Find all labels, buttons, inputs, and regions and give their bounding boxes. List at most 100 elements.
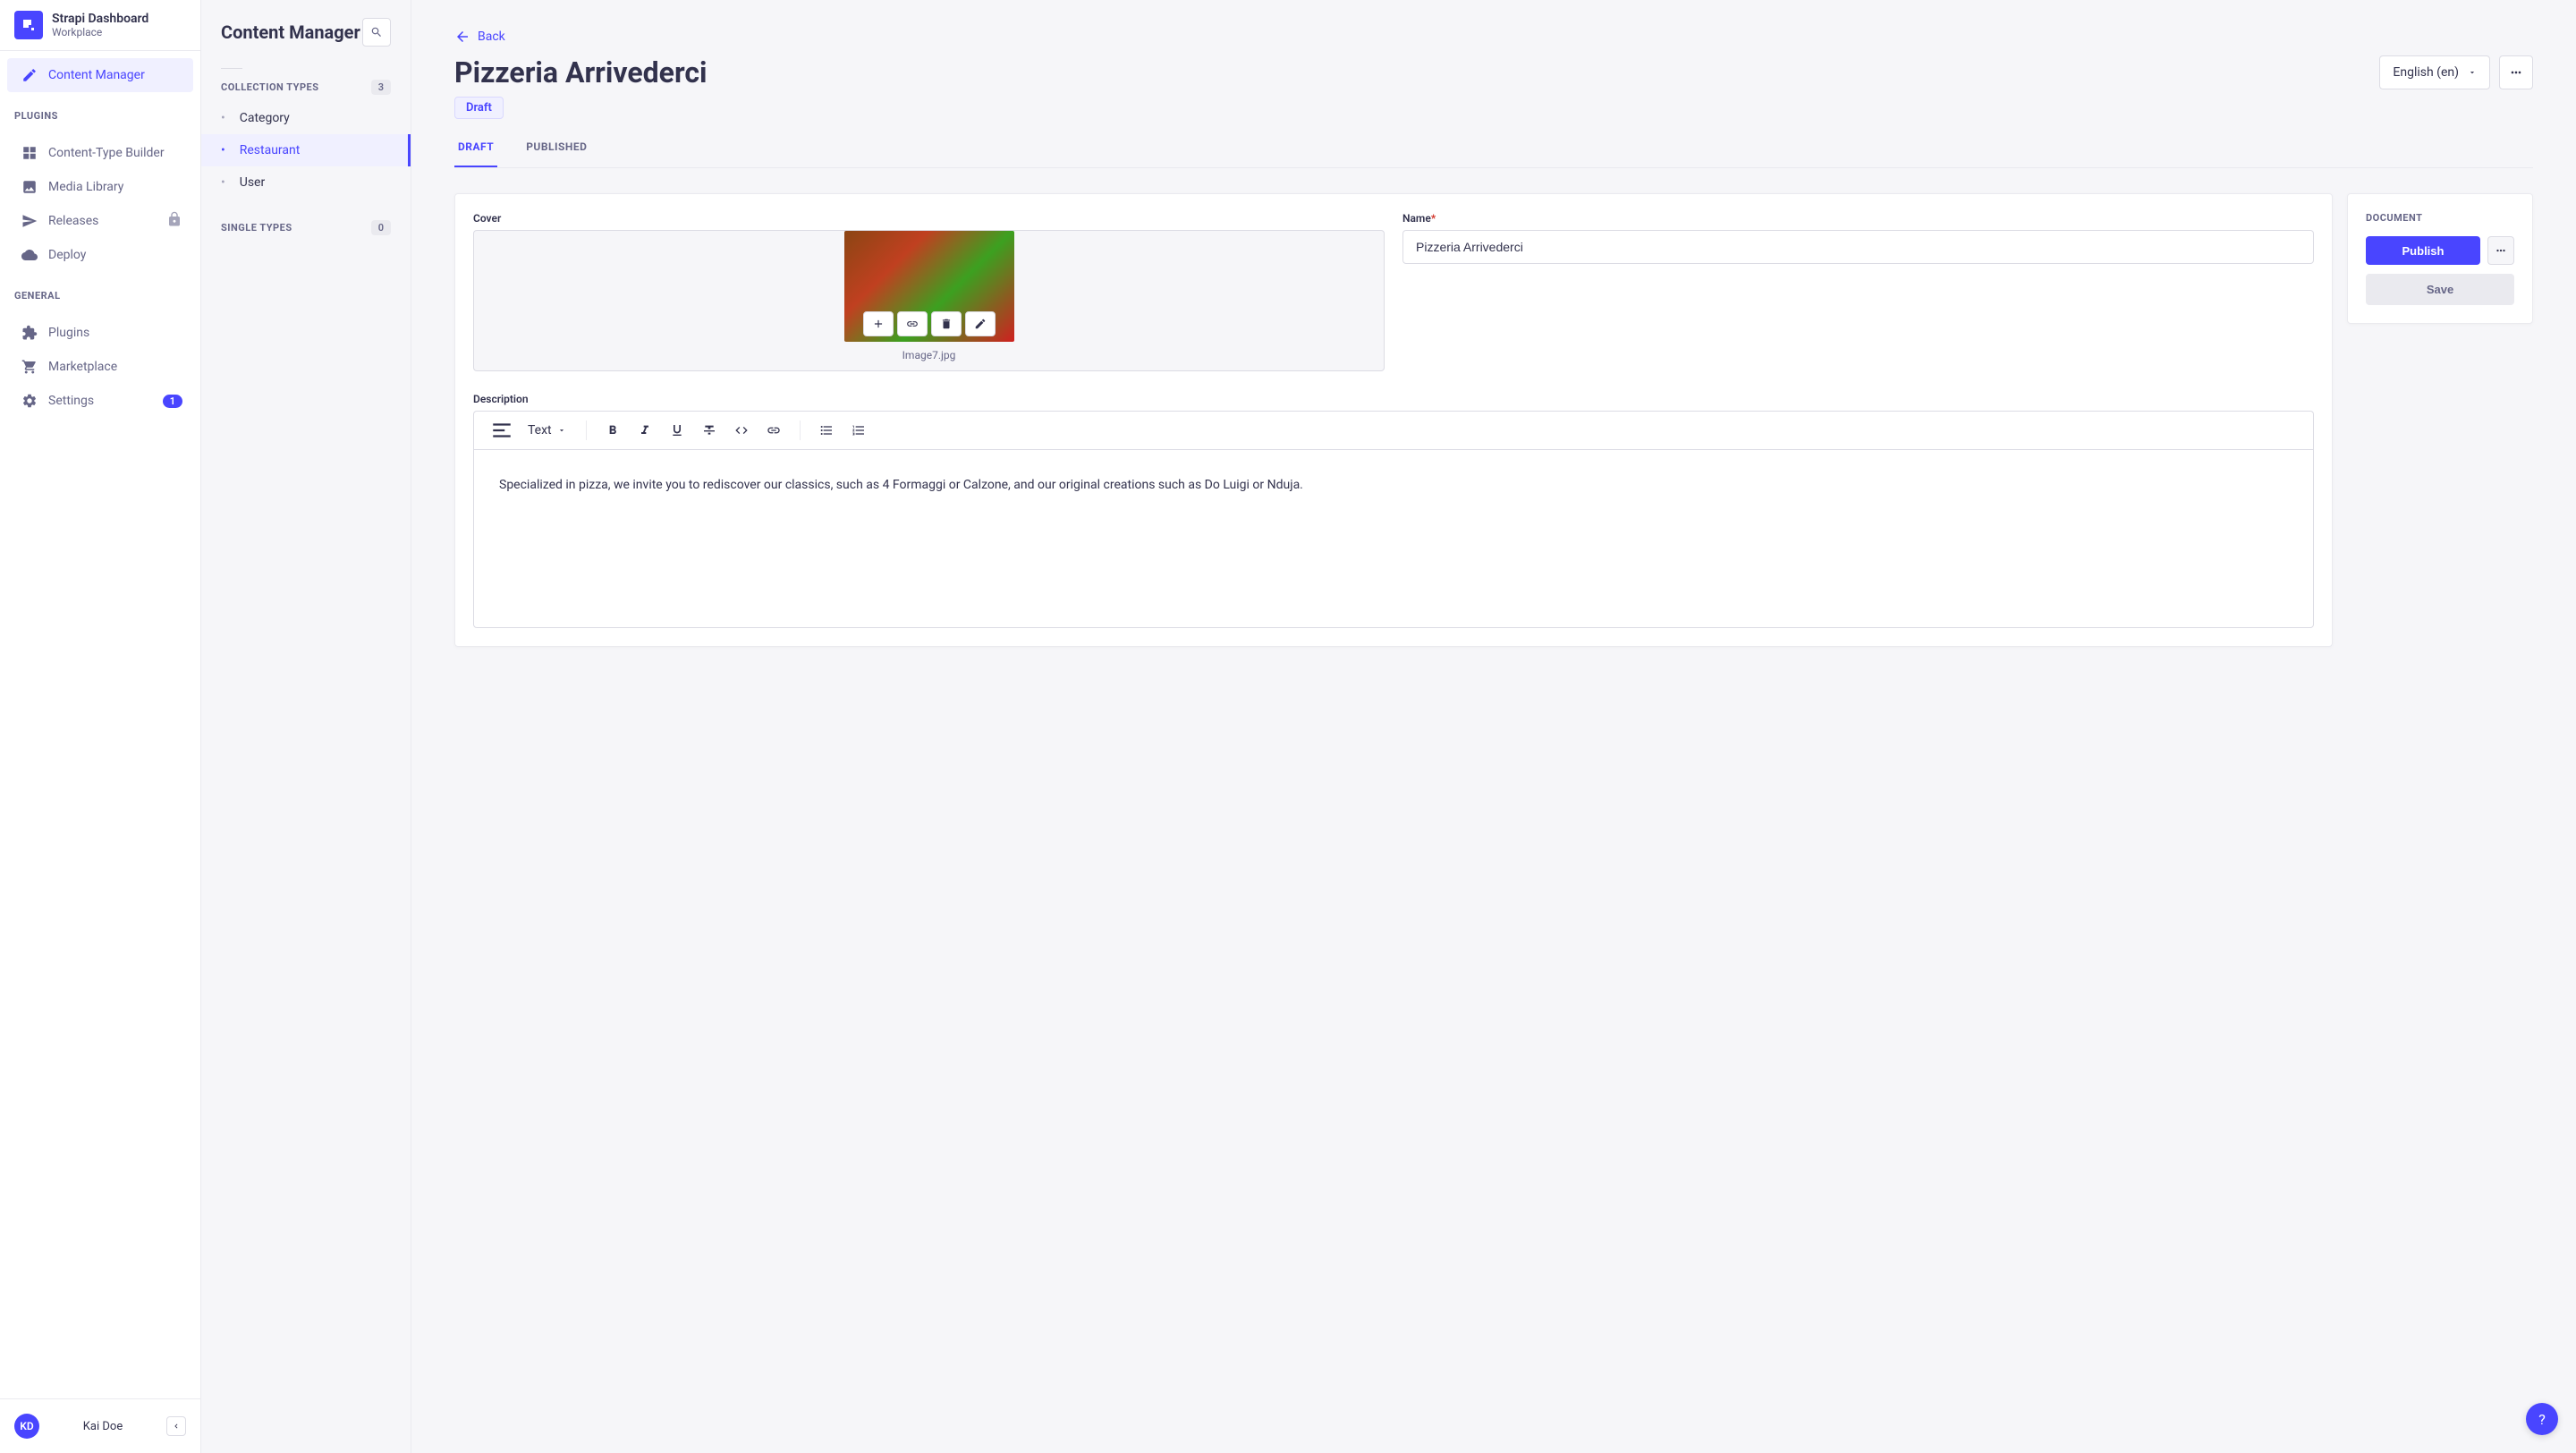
bold-icon xyxy=(606,423,620,438)
search-button[interactable] xyxy=(362,18,391,47)
back-link[interactable]: Back xyxy=(454,29,2533,45)
image-icon xyxy=(21,179,38,195)
gear-icon xyxy=(21,393,38,409)
single-types-label: SINGLE TYPES xyxy=(221,222,292,234)
cart-icon xyxy=(21,359,38,375)
cover-add-button[interactable] xyxy=(863,311,894,336)
user-footer: KD Kai Doe xyxy=(0,1398,200,1453)
search-icon xyxy=(370,26,383,38)
sidebar-item-settings[interactable]: Settings 1 xyxy=(7,384,193,418)
collapse-sidebar-button[interactable] xyxy=(166,1416,186,1436)
caret-down-icon xyxy=(557,426,566,435)
workspace-name: Workplace xyxy=(52,26,148,38)
single-count-badge: 0 xyxy=(371,220,391,235)
numbered-list-button[interactable] xyxy=(847,419,870,442)
list-numbered-icon xyxy=(852,423,866,438)
divider xyxy=(221,68,242,69)
cover-link-button[interactable] xyxy=(897,311,928,336)
align-icon[interactable] xyxy=(490,419,513,442)
form-card: Cover Image7.jpg xyxy=(454,193,2333,647)
document-panel: DOCUMENT Publish Save xyxy=(2347,193,2533,324)
collection-item-category[interactable]: Category xyxy=(201,102,411,134)
cloud-icon xyxy=(21,247,38,263)
page-title: Pizzeria Arrivederci xyxy=(454,55,708,89)
dots-horizontal-icon xyxy=(2495,244,2507,257)
arrow-left-icon xyxy=(454,29,470,45)
name-input[interactable] xyxy=(1402,230,2314,264)
description-editor[interactable]: Specialized in pizza, we invite you to r… xyxy=(473,449,2314,628)
bullet-list-button[interactable] xyxy=(815,419,838,442)
strikethrough-icon xyxy=(702,423,716,438)
sidebar-item-content-type-builder[interactable]: Content-Type Builder xyxy=(7,136,193,170)
cover-edit-button[interactable] xyxy=(965,311,996,336)
primary-sidebar: Strapi Dashboard Workplace Content Manag… xyxy=(0,0,201,1453)
italic-button[interactable] xyxy=(633,419,657,442)
italic-icon xyxy=(638,423,652,438)
content-types-sidebar: Content Manager COLLECTION TYPES 3 Categ… xyxy=(201,0,411,1453)
content-tabs: DRAFT PUBLISHED xyxy=(454,140,2533,168)
link-icon xyxy=(906,318,919,330)
link-icon xyxy=(767,423,781,438)
bold-button[interactable] xyxy=(601,419,624,442)
sidebar-item-plugins[interactable]: Plugins xyxy=(7,316,193,350)
cover-field[interactable]: Image7.jpg xyxy=(473,230,1385,371)
cover-delete-button[interactable] xyxy=(931,311,962,336)
sidebar-item-label: Releases xyxy=(48,214,98,228)
trash-icon xyxy=(940,318,953,330)
dots-horizontal-icon xyxy=(2509,65,2523,80)
puzzle-icon xyxy=(21,325,38,341)
underline-button[interactable] xyxy=(665,419,689,442)
sidebar-item-label: Content Manager xyxy=(48,68,145,82)
collection-types-label: COLLECTION TYPES xyxy=(221,81,319,93)
publish-more-button[interactable] xyxy=(2487,236,2514,265)
grid-icon xyxy=(21,145,38,161)
code-button[interactable] xyxy=(730,419,753,442)
collection-count-badge: 3 xyxy=(371,80,391,95)
tab-published[interactable]: PUBLISHED xyxy=(522,140,590,167)
language-select[interactable]: English (en) xyxy=(2379,55,2490,89)
save-button[interactable]: Save xyxy=(2366,274,2514,305)
sidebar-item-label: Media Library xyxy=(48,180,123,194)
app-title: Strapi Dashboard xyxy=(52,12,148,26)
cover-label: Cover xyxy=(473,212,1385,225)
editor-toolbar: Text xyxy=(473,411,2314,449)
link-button[interactable] xyxy=(762,419,785,442)
sidebar-item-releases[interactable]: Releases xyxy=(7,204,193,238)
user-name: Kai Doe xyxy=(50,1420,156,1433)
pencil-icon xyxy=(974,318,987,330)
text-style-select[interactable]: Text xyxy=(522,423,572,438)
sidebar-item-deploy[interactable]: Deploy xyxy=(7,238,193,272)
general-section-label: GENERAL xyxy=(0,279,200,309)
plugins-section-label: PLUGINS xyxy=(0,99,200,129)
sidebar-header: Strapi Dashboard Workplace xyxy=(0,0,200,51)
collection-item-user[interactable]: User xyxy=(201,166,411,199)
publish-button[interactable]: Publish xyxy=(2366,236,2480,265)
cover-filename: Image7.jpg xyxy=(902,349,956,370)
tab-draft[interactable]: DRAFT xyxy=(454,140,497,167)
main-content: Back Pizzeria Arrivederci English (en) D… xyxy=(411,0,2576,1453)
strikethrough-button[interactable] xyxy=(698,419,721,442)
collection-item-restaurant[interactable]: Restaurant xyxy=(201,134,411,166)
sidebar-item-label: Content-Type Builder xyxy=(48,146,165,160)
underline-icon xyxy=(670,423,684,438)
item-label: User xyxy=(240,175,265,190)
code-icon xyxy=(734,423,749,438)
strapi-logo xyxy=(14,11,43,39)
cover-image xyxy=(844,231,1014,342)
status-badge: Draft xyxy=(454,97,504,119)
plus-icon xyxy=(872,318,885,330)
language-value: English (en) xyxy=(2393,65,2459,80)
sidebar-item-marketplace[interactable]: Marketplace xyxy=(7,350,193,384)
back-label: Back xyxy=(478,30,505,44)
more-actions-button[interactable] xyxy=(2499,55,2533,89)
caret-down-icon xyxy=(2468,68,2477,77)
sidebar-item-media-library[interactable]: Media Library xyxy=(7,170,193,204)
help-button[interactable]: ? xyxy=(2526,1403,2558,1435)
settings-badge: 1 xyxy=(163,395,182,408)
sidebar-item-content-manager[interactable]: Content Manager xyxy=(7,58,193,92)
document-panel-title: DOCUMENT xyxy=(2366,212,2514,224)
user-avatar[interactable]: KD xyxy=(14,1414,39,1439)
send-icon xyxy=(21,213,38,229)
item-label: Category xyxy=(240,111,290,125)
content-manager-title: Content Manager xyxy=(221,21,360,43)
